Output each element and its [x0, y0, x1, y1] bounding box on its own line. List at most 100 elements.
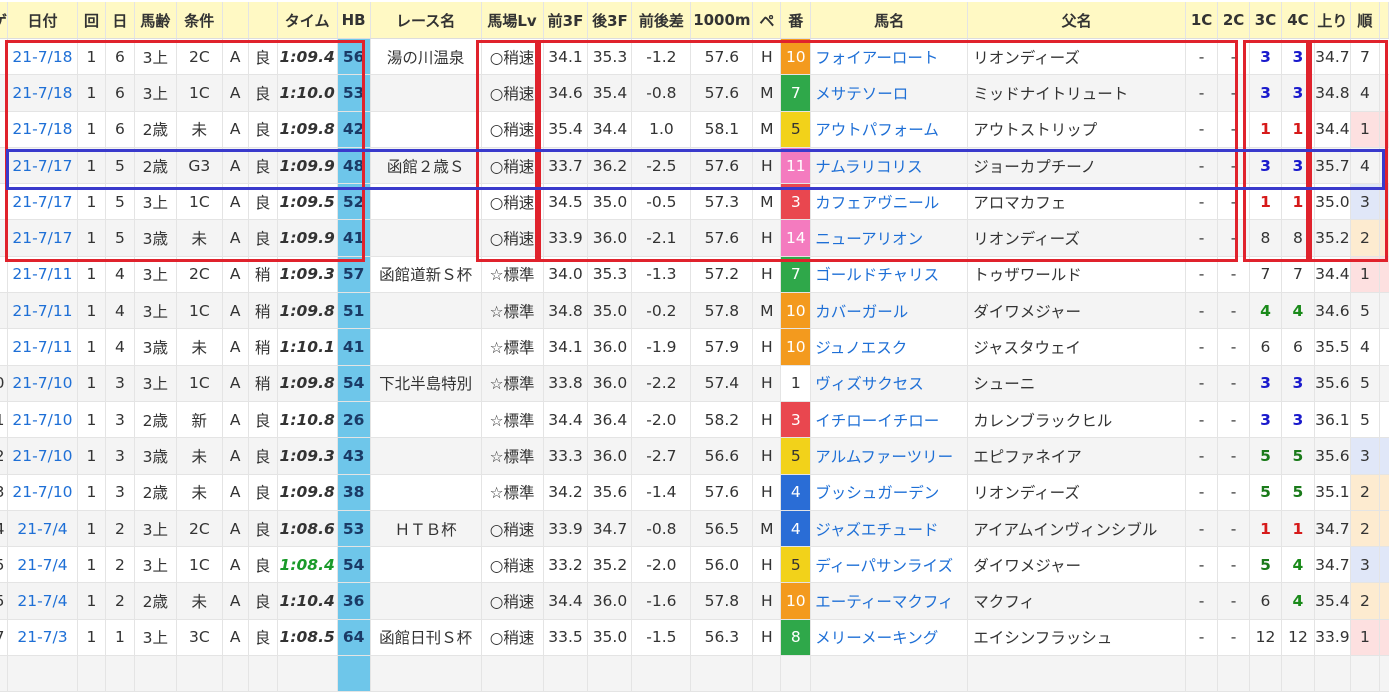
date-link[interactable]: 21-7/10	[7, 401, 78, 439]
track-cell: 稍	[248, 328, 278, 366]
col-header-3[interactable]: 日	[105, 2, 135, 39]
grade-cell: A	[222, 328, 249, 366]
col-header-13[interactable]: 後3F	[587, 2, 633, 39]
horse-name-link[interactable]: メサテソーロ	[810, 74, 969, 112]
post-number-cell: 10	[780, 582, 812, 620]
sire-name-cell: マクフィ	[967, 582, 1187, 620]
date-link[interactable]: 21-7/11	[7, 292, 78, 330]
col-header-9[interactable]: HB	[337, 2, 371, 39]
gate-cell	[0, 147, 9, 185]
date-link[interactable]: 21-7/11	[7, 256, 78, 294]
date-link[interactable]: 21-7/4	[7, 546, 78, 584]
col-header-25[interactable]: 順	[1350, 2, 1380, 39]
m1000-cell: 57.6	[690, 474, 754, 511]
date-link[interactable]: 21-7/4	[7, 510, 78, 548]
date-link[interactable]: 21-7/18	[7, 74, 78, 112]
time-cell: 1:09.8	[277, 474, 338, 511]
horse-name-link[interactable]: フォイアーロート	[810, 38, 969, 76]
horse-name-link[interactable]: アルムファーツリー	[810, 437, 969, 475]
date-link[interactable]: 21-7/18	[7, 111, 78, 148]
horse-name-link[interactable]: エーティーマクフィ	[810, 582, 969, 620]
horse-name-link[interactable]: イチローイチロー	[810, 401, 969, 439]
horse-name-link[interactable]: ニューアリオン	[810, 219, 969, 257]
horse-name-link[interactable]: アウトパフォーム	[810, 111, 969, 148]
corner3-cell: 5	[1249, 437, 1282, 475]
col-header-18[interactable]: 馬名	[810, 2, 969, 39]
horse-name-link[interactable]: ジュノエスク	[810, 328, 969, 366]
col-header-10[interactable]: レース名	[370, 2, 482, 39]
m1000-cell: 56.5	[690, 510, 754, 548]
age-cell: 3上	[134, 619, 177, 657]
horse-name-link[interactable]: メリーメーキング	[810, 619, 969, 657]
date-link[interactable]: 21-7/10	[7, 437, 78, 475]
age-cell: 3歳	[134, 219, 177, 257]
col-header-8[interactable]: タイム	[277, 2, 338, 39]
col-header-15[interactable]: 1000m	[690, 2, 754, 39]
corner2-cell: -	[1217, 111, 1251, 148]
col-header-19[interactable]: 父名	[967, 2, 1187, 39]
col-header-23[interactable]: 4C	[1281, 2, 1315, 39]
condition-cell: 未	[176, 328, 223, 366]
corner3-cell: 12	[1249, 619, 1282, 657]
gate-cell: 3	[0, 474, 9, 511]
col-header-5[interactable]: 条件	[176, 2, 223, 39]
col-header-20[interactable]: 1C	[1185, 2, 1219, 39]
date-link[interactable]: 21-7/18	[7, 38, 78, 76]
col-header-24[interactable]: 上り	[1314, 2, 1351, 39]
date-link[interactable]: 21-7/10	[7, 365, 78, 402]
extra-cell	[1379, 292, 1389, 330]
date-link[interactable]: 21-7/17	[7, 183, 78, 221]
corner1-cell: -	[1185, 546, 1219, 584]
horse-name-link[interactable]: ジャズエチュード	[810, 510, 969, 548]
horse-name-link[interactable]: ブッシュガーデン	[810, 474, 969, 511]
condition-cell: 1C	[176, 74, 223, 112]
col-header-26[interactable]	[1379, 2, 1389, 39]
table-row	[0, 655, 1389, 692]
horse-name-link[interactable]: ディーパサンライズ	[810, 546, 969, 584]
date-link[interactable]: 21-7/4	[7, 582, 78, 620]
date-link[interactable]	[7, 655, 78, 692]
col-header-11[interactable]: 馬場Lv	[481, 2, 544, 39]
date-link[interactable]: 21-7/17	[7, 147, 78, 185]
finish-rank-cell: 1	[1350, 256, 1380, 294]
horse-name-link[interactable]: ヴィズサクセス	[810, 365, 969, 402]
date-link[interactable]: 21-7/10	[7, 474, 78, 511]
col-header-21[interactable]: 2C	[1217, 2, 1251, 39]
date-link[interactable]: 21-7/17	[7, 219, 78, 257]
col-header-1[interactable]: 日付	[7, 2, 78, 39]
day-cell: 6	[105, 38, 135, 76]
horse-name-link[interactable]: カバーガール	[810, 292, 969, 330]
horse-name-link[interactable]	[810, 655, 969, 692]
col-header-22[interactable]: 3C	[1249, 2, 1282, 39]
grade-cell: A	[222, 292, 249, 330]
post-number-cell: 3	[780, 401, 812, 439]
first3f-cell	[543, 655, 589, 692]
col-header-2[interactable]: 回	[77, 2, 106, 39]
gate-cell	[0, 292, 9, 330]
col-header-7[interactable]	[248, 2, 278, 39]
finish-rank-cell: 2	[1350, 582, 1380, 620]
first3f-cell: 34.0	[543, 256, 589, 294]
diff-cell: -2.0	[631, 401, 692, 439]
col-header-17[interactable]: 番	[780, 2, 812, 39]
col-header-0[interactable]: ゲ	[0, 2, 9, 39]
age-cell	[134, 655, 177, 692]
agari-cell: 36.1	[1314, 401, 1351, 439]
col-header-16[interactable]: ペ	[752, 2, 782, 39]
col-header-6[interactable]	[222, 2, 249, 39]
m1000-cell: 57.6	[690, 219, 754, 257]
last3f-cell	[587, 655, 633, 692]
first3f-cell: 33.8	[543, 365, 589, 402]
horse-name-link[interactable]: カフェアヴニール	[810, 183, 969, 221]
grade-cell: A	[222, 38, 249, 76]
horse-name-link[interactable]: ゴールドチャリス	[810, 256, 969, 294]
date-link[interactable]: 21-7/11	[7, 328, 78, 366]
age-cell: 3上	[134, 510, 177, 548]
col-header-14[interactable]: 前後差	[631, 2, 692, 39]
date-link[interactable]: 21-7/3	[7, 619, 78, 657]
col-header-4[interactable]: 馬齢	[134, 2, 177, 39]
col-header-12[interactable]: 前3F	[543, 2, 589, 39]
hb-cell	[337, 655, 371, 692]
horse-name-link[interactable]: ナムラリコリス	[810, 147, 969, 185]
track-cell: 稍	[248, 365, 278, 402]
